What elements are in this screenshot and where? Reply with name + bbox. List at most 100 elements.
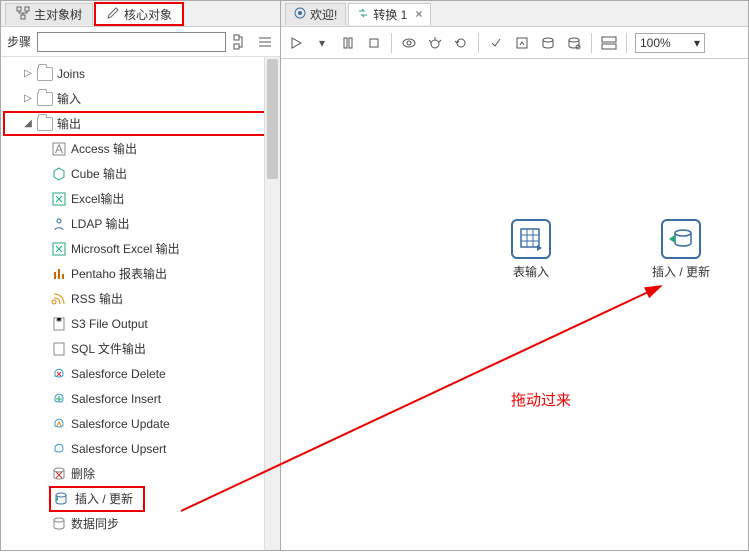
tree-item-delete[interactable]: 删除 [3,461,278,486]
step-icon [53,491,69,507]
run-dropdown-icon[interactable]: ▾ [313,34,331,52]
step-icon [51,191,67,207]
tree-node-output[interactable]: ◢ 输出 [3,111,278,136]
category-view-icon[interactable] [232,33,250,51]
tree-item-sfinsert[interactable]: Salesforce Insert [3,386,278,411]
node-label: 插入 / 更新 [641,263,721,280]
tree-label: Joins [57,67,85,81]
explore-db-icon[interactable] [565,34,583,52]
tree-item-sfdelete[interactable]: Salesforce Delete [3,361,278,386]
canvas[interactable]: 表输入 插入 / 更新 拖动过来 [281,59,748,550]
tree-item-label: 删除 [71,465,95,482]
tree-item-sync[interactable]: 数据同步 [3,511,278,536]
left-panel: 主对象树 核心对象 步骤 ▷ Joins ▷ 输入 ◢ [1,1,281,550]
preview-icon[interactable] [400,34,418,52]
tree-item-msexcel[interactable]: Microsoft Excel 输出 [3,236,278,261]
tree-item-sql[interactable]: SQL 文件输出 [3,336,278,361]
welcome-icon [294,7,306,22]
tree-item-label: Salesforce Insert [71,392,161,406]
pause-icon[interactable] [339,34,357,52]
svg-text:A: A [55,142,63,156]
tree-label: 输入 [57,90,81,107]
drag-annotation: 拖动过来 [511,389,571,410]
tab-welcome-label: 欢迎! [310,6,337,23]
tab-core-label: 核心对象 [124,6,172,23]
tab-welcome[interactable]: 欢迎! [285,3,346,25]
tree-item-label: Salesforce Update [71,417,170,431]
tree-item-label: Access 输出 [71,140,137,157]
canvas-node-insert-update[interactable]: 插入 / 更新 [641,219,721,280]
expand-arrow-icon[interactable]: ▷ [23,68,33,79]
impact-icon[interactable] [513,34,531,52]
pencil-icon [106,6,120,23]
tree-label: 输出 [57,115,81,132]
folder-icon [37,117,53,131]
zoom-select[interactable]: 100% ▾ [635,33,705,53]
tree-scrollbar[interactable] [264,57,280,550]
step-icon [51,291,67,307]
tab-main-tree[interactable]: 主对象树 [5,3,93,25]
tree-item-ldap[interactable]: LDAP 输出 [3,211,278,236]
expand-collapse-icon[interactable] [256,33,274,51]
tree-item-label: S3 File Output [71,317,148,331]
tree-icon [16,6,30,23]
tree-item-rss[interactable]: RSS 输出 [3,286,278,311]
step-icon [51,366,67,382]
sql-icon[interactable] [539,34,557,52]
tree-item-label: Cube 输出 [71,165,127,182]
expand-arrow-icon[interactable]: ▷ [23,93,33,104]
tab-core-objects[interactable]: 核心对象 [95,3,183,25]
run-icon[interactable] [287,34,305,52]
tree-item-label: Pentaho 报表输出 [71,265,167,282]
step-icon [51,266,67,282]
right-tab-bar: 欢迎! 转换 1 × [281,1,748,27]
replay-icon[interactable] [452,34,470,52]
transform-icon [357,7,369,22]
chevron-down-icon: ▾ [694,36,700,50]
tree-item-label: Salesforce Upsert [71,442,166,456]
right-panel: 欢迎! 转换 1 × ▾ 100% ▾ [281,1,748,550]
step-icon [51,166,67,182]
step-icon [51,441,67,457]
verify-icon[interactable] [487,34,505,52]
folder-icon [37,92,53,106]
tab-transform-label: 转换 1 [373,6,407,23]
stop-icon[interactable] [365,34,383,52]
node-label: 表输入 [501,263,561,280]
tree-item-label: LDAP 输出 [71,215,129,232]
tree-item-label: RSS 输出 [71,290,123,307]
tree-item-sfupdate[interactable]: Salesforce Update [3,411,278,436]
tree[interactable]: ▷ Joins ▷ 输入 ◢ 输出 A Access 输出 Cube 输出 Exc… [1,57,280,550]
tree-item-label: Excel输出 [71,190,124,207]
tree-item-insert-update[interactable]: 插入 / 更新 [3,486,278,511]
step-icon: A [51,141,67,157]
folder-icon [37,67,53,81]
scroll-thumb[interactable] [267,59,278,179]
filter-input[interactable] [37,32,226,52]
tab-transform[interactable]: 转换 1 × [348,3,431,25]
tree-item-pentaho[interactable]: Pentaho 报表输出 [3,261,278,286]
table-input-icon [511,219,551,259]
tree-node-input[interactable]: ▷ 输入 [3,86,278,111]
tree-item-excel[interactable]: Excel输出 [3,186,278,211]
tree-item-s3[interactable]: S3 File Output [3,311,278,336]
tree-item-sfupsert[interactable]: Salesforce Upsert [3,436,278,461]
canvas-node-table-input[interactable]: 表输入 [501,219,561,280]
filter-row: 步骤 [1,27,280,57]
step-icon [51,516,67,532]
tree-item-label: 数据同步 [71,515,119,532]
canvas-toolbar: ▾ 100% ▾ [281,27,748,59]
tree-node-joins[interactable]: ▷ Joins [3,61,278,86]
show-results-icon[interactable] [600,34,618,52]
left-tab-bar: 主对象树 核心对象 [1,1,280,27]
step-icon [51,391,67,407]
tree-item-cube[interactable]: Cube 输出 [3,161,278,186]
tree-item-label: 插入 / 更新 [75,490,133,507]
tree-item-label: Microsoft Excel 输出 [71,240,180,257]
close-icon[interactable]: × [415,7,422,21]
tree-item-access[interactable]: A Access 输出 [3,136,278,161]
step-icon [51,241,67,257]
collapse-arrow-icon[interactable]: ◢ [23,118,33,129]
tab-main-tree-label: 主对象树 [34,6,82,23]
debug-icon[interactable] [426,34,444,52]
